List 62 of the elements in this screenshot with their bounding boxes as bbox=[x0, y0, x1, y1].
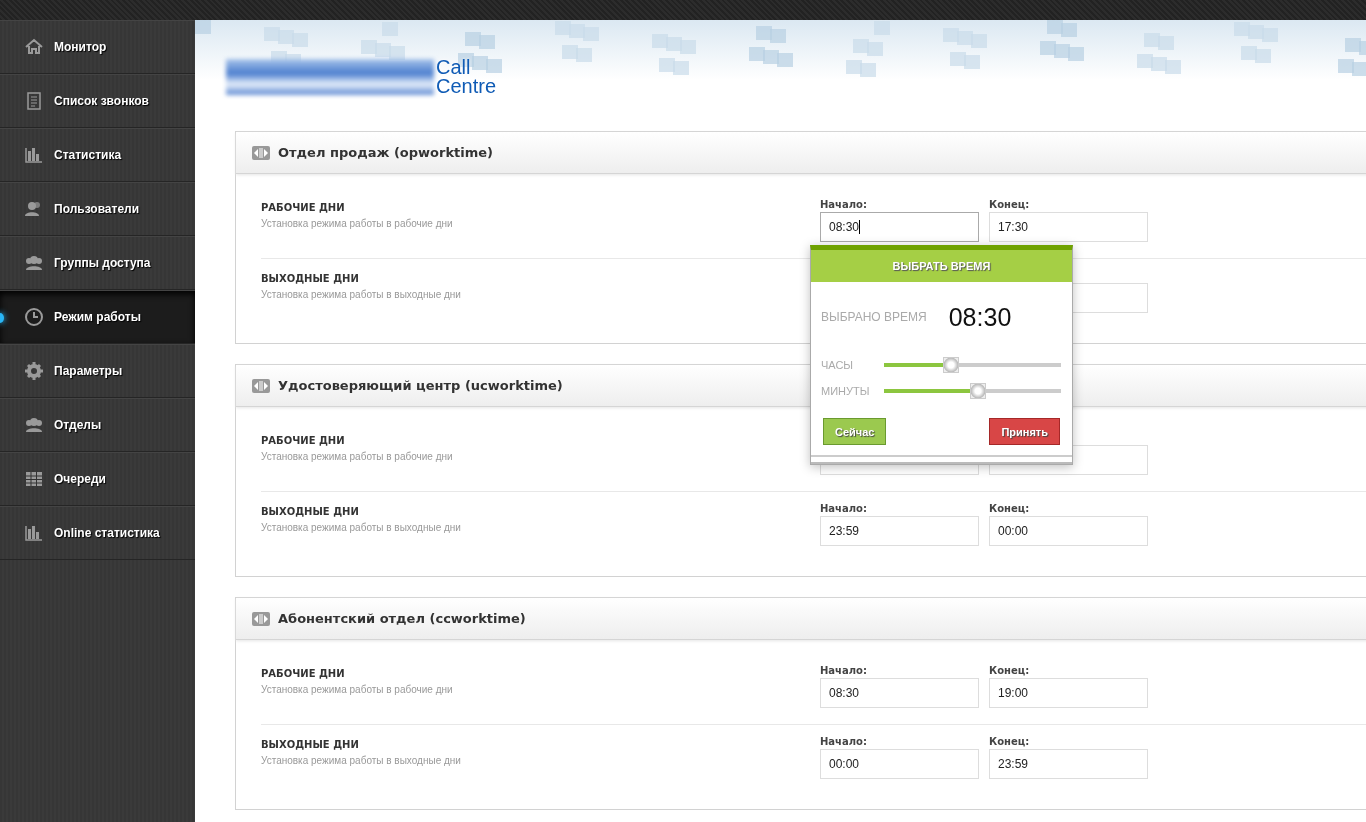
field-label: Конец: bbox=[989, 503, 1031, 516]
slider-label: МИНУТЫ bbox=[821, 385, 871, 397]
row-title: РАБОЧИЕ ДНИ bbox=[261, 202, 346, 213]
row-description: Установка режима работы в рабочие дни bbox=[261, 451, 454, 462]
row-title: ВЫХОДНЫЕ ДНИ bbox=[261, 739, 360, 750]
arrows-icon bbox=[252, 378, 270, 393]
sidebar-item[interactable]: Режим работы bbox=[0, 290, 195, 344]
sidebar-item[interactable]: Online статистика bbox=[0, 506, 195, 560]
start-time-field[interactable]: 23:59 bbox=[820, 516, 979, 546]
end-time-field[interactable]: 00:00 bbox=[989, 516, 1148, 546]
field-label: Начало: bbox=[820, 736, 868, 749]
end-time-field[interactable]: 23:59 bbox=[989, 749, 1148, 779]
logo-text: Centre bbox=[436, 77, 497, 96]
popup-title: ВЫБРАТЬ ВРЕМЯ bbox=[892, 260, 991, 272]
field-label: Начало: bbox=[820, 199, 868, 212]
field-label: Начало: bbox=[820, 665, 868, 678]
row-description: Установка режима работы в выходные дни bbox=[261, 522, 462, 533]
group-icon bbox=[24, 253, 44, 273]
arrows-icon bbox=[252, 611, 270, 626]
end-time-field[interactable]: 17:30 bbox=[989, 212, 1148, 242]
section-title: Абонентский отдел (ccworktime) bbox=[278, 611, 526, 626]
slider-handle[interactable] bbox=[969, 383, 986, 399]
bar-chart-icon bbox=[24, 523, 44, 543]
sidebar-item[interactable]: Статистика bbox=[0, 128, 195, 182]
home-icon bbox=[24, 37, 44, 57]
section-title: Отдел продаж (opworktime) bbox=[278, 145, 494, 160]
field-label: Конец: bbox=[989, 736, 1031, 749]
sidebar-item[interactable]: Очереди bbox=[0, 452, 195, 506]
start-time-field[interactable]: 08:30 bbox=[820, 678, 979, 708]
accept-button[interactable]: Принять bbox=[989, 418, 1060, 445]
row-title: РАБОЧИЕ ДНИ bbox=[261, 435, 346, 446]
row-description: Установка режима работы в выходные дни bbox=[261, 755, 462, 766]
selected-time: 08:30 bbox=[948, 302, 1012, 332]
sidebar-item[interactable]: Отделы bbox=[0, 398, 195, 452]
sidebar-item[interactable]: Пользователи bbox=[0, 182, 195, 236]
settings-icon bbox=[24, 361, 44, 381]
row-description: Установка режима работы в рабочие дни bbox=[261, 684, 454, 695]
start-time-field[interactable]: 00:00 bbox=[820, 749, 979, 779]
end-time-field[interactable]: 19:00 bbox=[989, 678, 1148, 708]
arrows-icon bbox=[252, 145, 270, 160]
row-title: ВЫХОДНЫЕ ДНИ bbox=[261, 273, 360, 284]
row-description: Установка режима работы в выходные дни bbox=[261, 289, 462, 300]
sidebar-item[interactable]: Параметры bbox=[0, 344, 195, 398]
group-icon bbox=[24, 415, 44, 435]
field-label: Конец: bbox=[989, 665, 1031, 678]
field-label: Начало: bbox=[820, 503, 868, 516]
slider-label: ЧАСЫ bbox=[821, 359, 855, 371]
row-title: РАБОЧИЕ ДНИ bbox=[261, 668, 346, 679]
selected-time-label: ВЫБРАНО ВРЕМЯ bbox=[821, 310, 927, 324]
field-label: Конец: bbox=[989, 199, 1031, 212]
bar-chart-icon bbox=[24, 145, 44, 165]
sidebar-item[interactable]: Монитор bbox=[0, 20, 195, 74]
sidebar-item[interactable]: Список звонков bbox=[0, 74, 195, 128]
table-icon bbox=[24, 469, 44, 489]
section-title: Удостоверяющий центр (ucworktime) bbox=[278, 378, 563, 393]
start-time-field[interactable]: 08:30 bbox=[820, 212, 979, 242]
clock-icon bbox=[24, 307, 44, 327]
row-title: ВЫХОДНЫЕ ДНИ bbox=[261, 506, 360, 517]
row-description: Установка режима работы в рабочие дни bbox=[261, 218, 454, 229]
document-icon bbox=[24, 91, 44, 111]
logo-text: Call bbox=[436, 58, 472, 77]
slider-handle[interactable] bbox=[942, 357, 959, 373]
